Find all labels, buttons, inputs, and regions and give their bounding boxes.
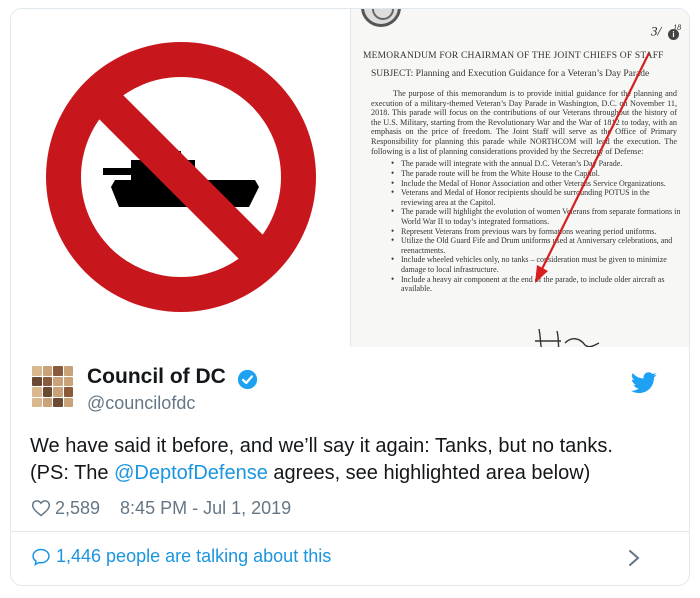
author-name[interactable]: Council of DC (87, 365, 226, 389)
verified-badge-icon (237, 369, 258, 390)
author-handle[interactable]: @councilofdc (87, 393, 195, 414)
timestamp[interactable]: 8:45 PM - Jul 1, 2019 (120, 498, 291, 519)
tweet-media[interactable]: 3/18 i MEMORANDUM FOR CHAIRMAN OF THE JO… (11, 9, 689, 347)
twitter-bird-icon[interactable] (631, 372, 657, 394)
heart-icon[interactable] (31, 498, 51, 518)
tweet-card: 3/18 i MEMORANDUM FOR CHAIRMAN OF THE JO… (10, 8, 690, 586)
memo-document: 3/18 i MEMORANDUM FOR CHAIRMAN OF THE JO… (351, 9, 689, 347)
like-count[interactable]: 2,589 (55, 498, 100, 519)
no-tanks-sign-icon (46, 42, 316, 312)
avatar[interactable] (32, 366, 73, 407)
tweet-text-pre: (PS: The (30, 462, 115, 484)
tweet-line-2: (PS: The @DeptofDefense agrees, see high… (30, 460, 670, 487)
red-arrow-icon (535, 52, 650, 283)
memo-image[interactable]: 3/18 i MEMORANDUM FOR CHAIRMAN OF THE JO… (351, 9, 689, 347)
conversation-link[interactable]: 1,446 people are talking about this (11, 532, 689, 579)
talking-count-link[interactable]: 1,446 people are talking about this (56, 546, 331, 567)
tweet-meta: 2,589 8:45 PM - Jul 1, 2019 (31, 497, 291, 519)
chevron-right-icon[interactable] (627, 548, 641, 568)
mention-link[interactable]: @DeptofDefense (114, 462, 268, 484)
tweet-text-post: agrees, see highlighted area below) (267, 462, 591, 484)
tweet-line-1: We have said it before, and we’ll say it… (30, 435, 613, 457)
comment-bubble-icon (32, 548, 50, 566)
tweet-text: We have said it before, and we’ll say it… (30, 433, 670, 487)
no-tanks-image[interactable] (11, 9, 351, 347)
